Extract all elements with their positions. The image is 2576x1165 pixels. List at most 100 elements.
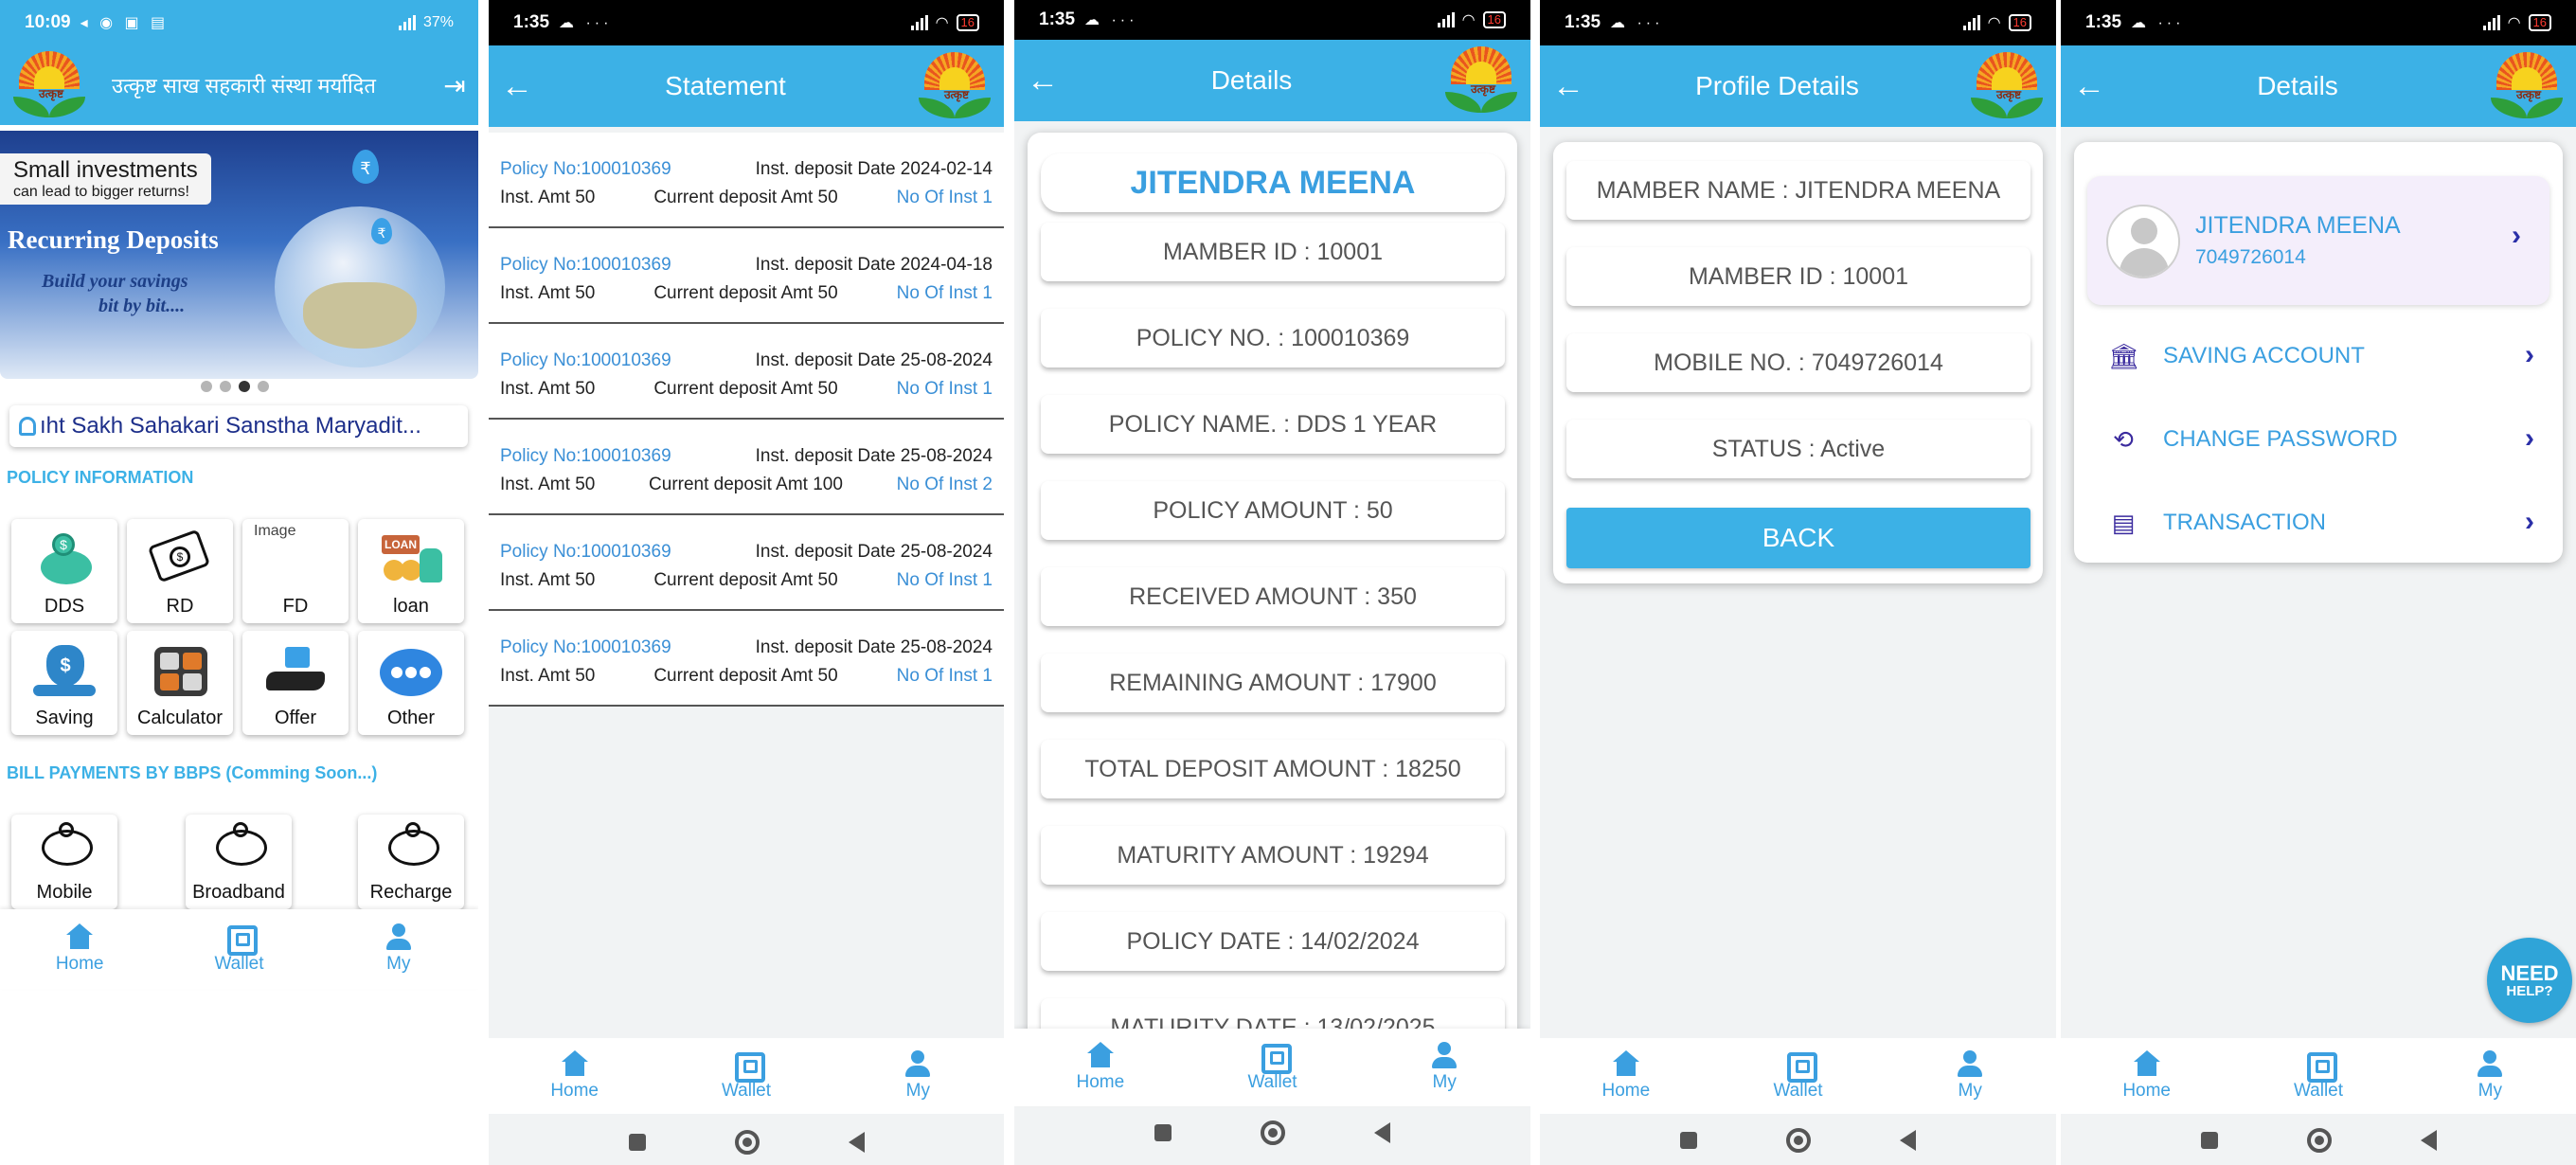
nav-my[interactable]: My (832, 1038, 1004, 1114)
piggy-bank-icon (38, 822, 93, 866)
need-help-button[interactable]: NEED HELP? (2487, 938, 2572, 1023)
org-logo: उत्कृष्ट (0, 45, 98, 125)
nav-my[interactable]: My (1358, 1029, 1530, 1106)
page-title: Profile Details (1695, 71, 1859, 100)
nav-my[interactable]: My (2405, 1038, 2576, 1114)
detail-field: MATURITY AMOUNT : 19294 (1041, 826, 1505, 885)
banner-subtitle: Build your savings bit by bit.... (42, 271, 188, 316)
nav-wallet[interactable]: Wallet (159, 909, 318, 989)
nav-wallet[interactable]: Wallet (1712, 1038, 1885, 1114)
rupee-drop-icon: ₹ (352, 150, 379, 184)
nav-home[interactable]: Home (2061, 1038, 2232, 1114)
statement-row[interactable]: Policy No:100010369 Inst. deposit Date 25… (489, 420, 1004, 515)
org-logo: उत्कृष्ट (2478, 46, 2576, 126)
home-icon (2133, 1050, 2161, 1077)
back-button[interactable]: BACK (1566, 508, 2030, 568)
tile-other[interactable]: Other (358, 631, 464, 735)
system-nav (1014, 1106, 1530, 1159)
profile-phone: 7049726014 (2195, 246, 2306, 268)
menu-saving-account[interactable]: 🏛 SAVING ACCOUNT › (2074, 328, 2563, 385)
back-arrow-icon[interactable]: ← (489, 70, 546, 102)
back-system-icon[interactable] (848, 1132, 865, 1153)
home-system-icon[interactable] (734, 1130, 760, 1155)
back-system-icon[interactable] (1374, 1122, 1390, 1143)
statement-row[interactable]: Policy No:100010369 Inst. deposit Date 25… (489, 515, 1004, 611)
nav-home[interactable]: Home (0, 909, 159, 989)
statement-row[interactable]: Policy No:100010369 Inst. deposit Date 25… (489, 611, 1004, 707)
nav-home[interactable]: Home (489, 1038, 660, 1114)
org-logo: उत्कृष्ट (1958, 46, 2056, 126)
back-system-icon[interactable] (1900, 1130, 1916, 1151)
bill-broadband[interactable]: Broadband (186, 815, 292, 909)
recents-icon[interactable] (1680, 1132, 1697, 1149)
statement-row[interactable]: Policy No:100010369 Inst. deposit Date 20… (489, 228, 1004, 324)
wallet-icon (1259, 1042, 1292, 1074)
app-header: ← Details उत्कृष्ट (1014, 40, 1530, 121)
back-arrow-icon[interactable]: ← (1014, 64, 1071, 97)
tile-dds[interactable]: $ DDS (11, 519, 117, 623)
app-header: ← Statement उत्कृष्ट (489, 45, 1004, 127)
nav-wallet[interactable]: Wallet (660, 1038, 832, 1114)
recents-icon[interactable] (1154, 1124, 1172, 1141)
status-right: ◠ 16 (1437, 10, 1506, 29)
status-right: ◠ 16 (1962, 13, 2031, 32)
detail-field: RECEIVED AMOUNT : 350 (1041, 567, 1505, 626)
battery-icon: 16 (956, 14, 979, 31)
status-bar: 10:09 ◂ ◉ ▣ ▤ 37% (0, 0, 478, 45)
statement-row[interactable]: Policy No:100010369 Inst. deposit Date 25… (489, 324, 1004, 420)
piggy-bank-icon (385, 822, 439, 866)
nav-home[interactable]: Home (1540, 1038, 1712, 1114)
home-system-icon[interactable] (2306, 1128, 2332, 1153)
home-system-icon[interactable] (1261, 1120, 1285, 1145)
tile-loan[interactable]: LOAN loan (358, 519, 464, 623)
detail-field: POLICY NAME. : DDS 1 YEAR (1041, 395, 1505, 454)
tile-saving[interactable]: $ Saving (11, 631, 117, 735)
nav-my[interactable]: My (319, 909, 478, 989)
member-name: JITENDRA MEENA (1041, 153, 1505, 212)
bank-icon: 🏛 (2108, 342, 2140, 370)
menu-transaction[interactable]: ▤ TRANSACTION › (2074, 494, 2563, 551)
wallet-icon (732, 1050, 765, 1083)
menu-change-password[interactable]: ⟲ CHANGE PASSWORD › (2074, 411, 2563, 468)
nav-wallet[interactable]: Wallet (1187, 1029, 1359, 1106)
statement-screen: 1:35 ☁ ··· ◠ 16 ← Statement उत्कृष्ट Pol… (489, 0, 1004, 1165)
receipt-icon: ▤ (2111, 509, 2136, 537)
chevron-right-icon: › (2525, 506, 2534, 537)
bill-mobile[interactable]: Mobile (11, 815, 117, 909)
logout-icon[interactable]: ⇥ (431, 70, 478, 101)
profile-summary[interactable]: JITENDRA MEENA 7049726014 › (2087, 176, 2549, 305)
policy-details-screen: 1:35 ☁ ··· ◠ 16 ← Details उत्कृष्ट JITEN… (1014, 0, 1530, 1165)
home-system-icon[interactable] (1786, 1128, 1811, 1153)
promo-banner[interactable]: Small investments can lead to bigger ret… (0, 131, 478, 379)
loan-coins-icon: LOAN (380, 531, 442, 590)
detail-field: REMAINING AMOUNT : 17900 (1041, 654, 1505, 712)
back-arrow-icon[interactable]: ← (2061, 70, 2118, 102)
back-system-icon[interactable] (2420, 1130, 2437, 1151)
wifi-icon: ◠ (1987, 15, 2001, 31)
tile-offer[interactable]: Offer (242, 631, 349, 735)
nav-home[interactable]: Home (1014, 1029, 1187, 1106)
status-time: 1:35 (1039, 9, 1076, 29)
statement-row[interactable]: Policy No:100010369 Inst. deposit Date 20… (489, 133, 1004, 228)
rupee-drop-icon: ₹ (371, 218, 392, 244)
chevron-right-icon: › (2512, 220, 2521, 251)
battery-icon: 16 (2008, 14, 2031, 31)
notification-icons: ☁ ··· (1610, 15, 1664, 31)
detail-field: TOTAL DEPOSIT AMOUNT : 18250 (1041, 740, 1505, 798)
chevron-right-icon: › (2525, 339, 2534, 370)
recents-icon[interactable] (628, 1134, 646, 1151)
tile-rd[interactable]: $ RD (127, 519, 233, 623)
nav-my[interactable]: My (1884, 1038, 2056, 1114)
nav-wallet[interactable]: Wallet (2232, 1038, 2404, 1114)
tile-calculator[interactable]: Calculator (127, 631, 233, 735)
carousel-dots[interactable] (201, 381, 269, 392)
recents-icon[interactable] (2200, 1132, 2218, 1149)
status-bar: 1:35 ☁ ··· ◠ 16 (489, 0, 1004, 45)
notification-icons: ◂ ◉ ▣ ▤ (80, 15, 170, 31)
wifi-icon: ◠ (935, 15, 949, 31)
bottom-nav: Home Wallet My (1540, 1038, 2056, 1114)
back-arrow-icon[interactable]: ← (1540, 70, 1597, 102)
tile-fd[interactable]: Image FD (242, 519, 349, 623)
bill-recharge[interactable]: Recharge (358, 815, 464, 909)
user-icon (903, 1050, 932, 1077)
